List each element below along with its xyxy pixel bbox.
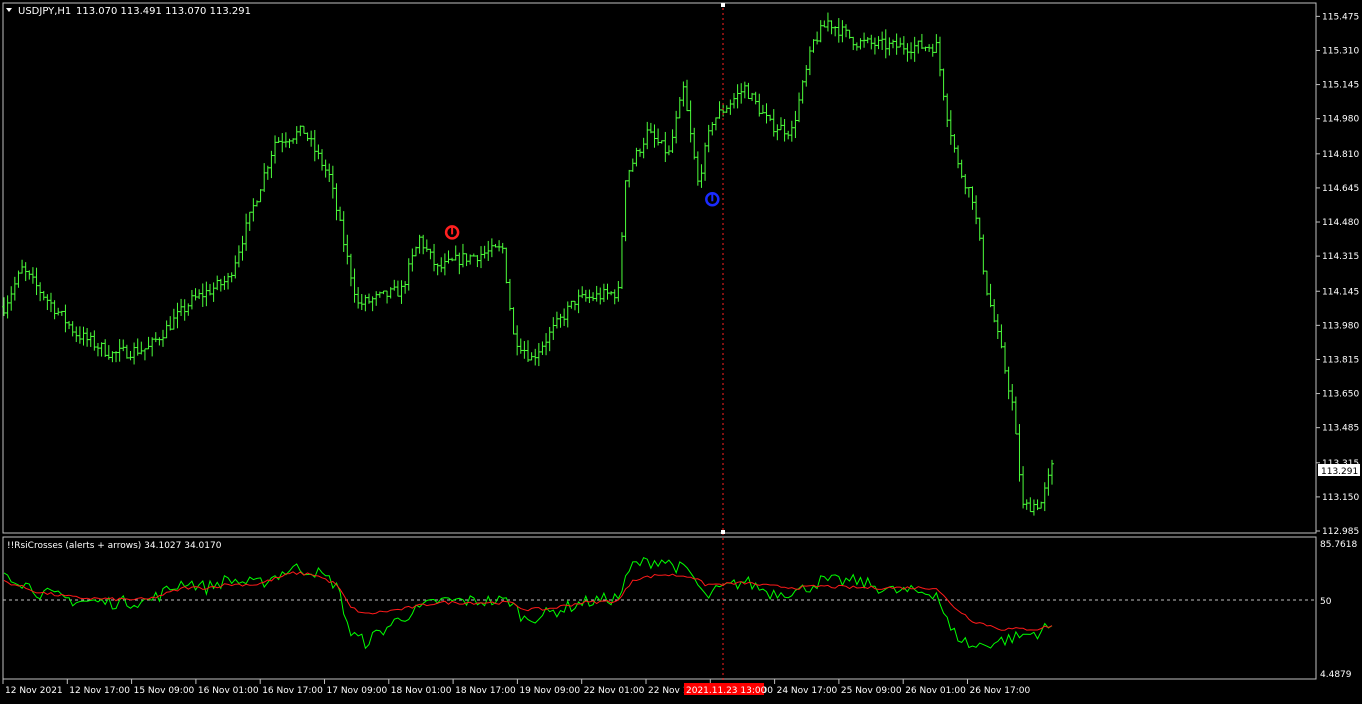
time-axis-label: 26 Nov 17:00 xyxy=(970,686,1031,696)
time-axis-label: 16 Nov 17:00 xyxy=(262,686,323,696)
time-axis-label: 19 Nov 09:00 xyxy=(519,686,580,696)
price-scale-label: 114.810 xyxy=(1322,150,1359,160)
indicator-scale-mid: 50 xyxy=(1320,597,1332,607)
price-scale-label: 112.985 xyxy=(1322,527,1359,537)
price-scale-label: 115.145 xyxy=(1322,81,1359,91)
price-scale-label: 113.650 xyxy=(1322,390,1359,400)
price-scale-label: 114.480 xyxy=(1322,218,1359,228)
time-axis-label: 22 Nov 01:00 xyxy=(584,686,645,696)
time-axis-label: 26 Nov 01:00 xyxy=(905,686,966,696)
time-axis-label: 16 Nov 01:00 xyxy=(198,686,259,696)
indicator-scale-top: 85.7618 xyxy=(1320,540,1357,550)
ohlc-label: 113.070 113.491 113.070 113.291 xyxy=(76,6,251,17)
price-scale-label: 113.485 xyxy=(1322,424,1359,434)
price-scale-label: 114.980 xyxy=(1322,115,1359,125)
price-scale-label: 113.980 xyxy=(1322,321,1359,331)
current-price-text: 113.291 xyxy=(1321,467,1358,477)
crosshair-top-handle[interactable] xyxy=(721,3,725,7)
time-axis-label: 17 Nov 09:00 xyxy=(327,686,388,696)
time-axis-label: 12 Nov 2021 xyxy=(5,686,63,696)
chart-background xyxy=(0,0,1362,700)
price-scale-label: 114.145 xyxy=(1322,287,1359,297)
indicator-label: !!RsiCrosses (alerts + arrows) 34.1027 3… xyxy=(7,541,222,551)
price-scale-label: 115.310 xyxy=(1322,46,1359,56)
price-scale-label: 113.815 xyxy=(1322,355,1359,365)
crosshair-time-text: 2021.11.23 13:00 xyxy=(686,686,767,696)
symbol-label: USDJPY,H1 xyxy=(18,6,71,17)
indicator-scale-bottom: 4.4879 xyxy=(1320,670,1352,680)
trading-chart[interactable]: 115.475 115.310 115.145 114.980 114.810 114.6… xyxy=(0,0,1362,700)
crosshair-bottom-handle[interactable] xyxy=(721,530,725,534)
price-scale-label: 113.150 xyxy=(1322,493,1359,503)
time-axis-label: 18 Nov 17:00 xyxy=(455,686,516,696)
time-axis-label: 24 Nov 17:00 xyxy=(777,686,838,696)
chart-svg[interactable]: 115.475 115.310 115.145 114.980 114.810 114.6… xyxy=(0,0,1362,700)
price-scale-label: 114.645 xyxy=(1322,184,1359,194)
time-axis-label: 18 Nov 01:00 xyxy=(391,686,452,696)
price-scale-label: 115.475 xyxy=(1322,12,1359,22)
time-axis-label: 15 Nov 09:00 xyxy=(134,686,195,696)
current-price-tag: 113.291 xyxy=(1318,464,1360,477)
crosshair-time-tag: 2021.11.23 13:00 xyxy=(684,683,767,696)
time-axis-label: 25 Nov 09:00 xyxy=(841,686,902,696)
time-axis-label: 12 Nov 17:00 xyxy=(69,686,130,696)
price-scale-label: 114.315 xyxy=(1322,252,1359,262)
